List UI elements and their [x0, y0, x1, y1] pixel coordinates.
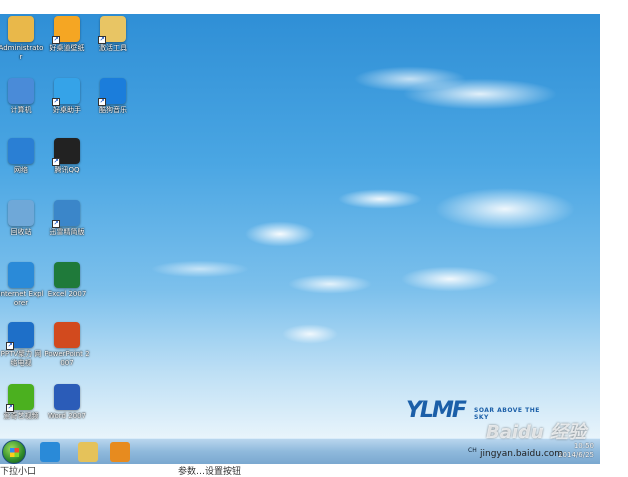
wallpaper-icon: ↗ — [52, 16, 80, 44]
taskbar-media-player-button[interactable] — [110, 442, 130, 462]
clock[interactable]: 10:50 2014/6/25 — [558, 442, 594, 460]
shortcut-arrow-icon: ↗ — [6, 342, 14, 350]
shortcut-arrow-icon: ↗ — [52, 220, 60, 228]
desktop-icon-label: PPTV聚力 网络电视 — [0, 350, 42, 367]
desktop-icon-qq[interactable]: ↗ 腾讯QQ — [44, 138, 90, 175]
desktop-icon-label: 好桌助手 — [53, 106, 81, 114]
qq-icon: ↗ — [52, 138, 80, 166]
desktop-icon-label: Administrator — [0, 44, 44, 61]
assistant-icon: ↗ — [52, 78, 80, 106]
desktop-icon-excel[interactable]: Excel 2007 — [44, 262, 90, 299]
desktop-icon-powerpoint[interactable]: PowerPoint 2007 — [44, 322, 90, 368]
desktop-icon-label: 酷狗音乐 — [99, 106, 127, 114]
baidu-watermark: Baidu 经验 — [486, 422, 587, 443]
desktop-icon-folder-user[interactable]: Administrator — [0, 16, 44, 62]
taskbar-ie-button[interactable] — [40, 442, 60, 462]
folder-user-icon — [8, 16, 34, 42]
desktop-icon-label: 回收站 — [10, 228, 32, 236]
baidu-watermark-url: jingyan.baidu.com — [480, 449, 564, 459]
desktop-icon-label: PowerPoint 2007 — [44, 350, 90, 367]
thunder-icon: ↗ — [52, 200, 80, 228]
desktop-icon-ie[interactable]: Internet Explorer — [0, 262, 44, 308]
shortcut-arrow-icon: ↗ — [52, 158, 60, 166]
desktop-icon-wallpaper[interactable]: ↗ 好桌道壁纸 — [44, 16, 90, 53]
desktop-icon-label: Excel 2007 — [47, 290, 87, 298]
desktop-icon-computer[interactable]: 计算机 — [0, 78, 44, 115]
recycle-bin-icon — [8, 200, 34, 226]
kugou-icon: ↗ — [98, 78, 126, 106]
desktop-icon-folder[interactable]: ↗ 激活工具 — [90, 16, 136, 53]
shortcut-arrow-icon: ↗ — [6, 404, 14, 412]
desktop-icon-network[interactable]: 网络 — [0, 138, 44, 175]
taskbar-explorer-button[interactable] — [78, 442, 98, 462]
start-button[interactable] — [2, 440, 26, 464]
shortcut-arrow-icon: ↗ — [98, 98, 106, 106]
pptv-icon: ↗ — [6, 322, 34, 350]
clock-date: 2014/6/25 — [558, 451, 594, 459]
desktop-icon-pptv[interactable]: ↗ PPTV聚力 网络电视 — [0, 322, 44, 368]
desktop-icon-label: 激活工具 — [99, 44, 127, 52]
shortcut-arrow-icon: ↗ — [98, 36, 106, 44]
desktop-icon-assistant[interactable]: ↗ 好桌助手 — [44, 78, 90, 115]
network-icon — [8, 138, 34, 164]
desktop-icon-label: 好桌道壁纸 — [49, 44, 85, 52]
folder-icon: ↗ — [98, 16, 126, 44]
shortcut-arrow-icon: ↗ — [52, 98, 60, 106]
desktop-icon-label: Internet Explorer — [0, 290, 44, 307]
desktop-icon-label: 网络 — [14, 166, 28, 174]
desktop-icon-recycle-bin[interactable]: 回收站 — [0, 200, 44, 237]
word-icon — [54, 384, 80, 410]
desktop-icon-label: 腾讯QQ — [54, 166, 80, 174]
desktop-icon-label: 爱奇艺视频 — [3, 412, 39, 420]
desktop-icon-iqiyi[interactable]: ↗ 爱奇艺视频 — [0, 384, 44, 421]
iqiyi-icon: ↗ — [6, 384, 34, 412]
desktop-icon-thunder[interactable]: ↗ 迅雷精简版 — [44, 200, 90, 237]
desktop-icon-label: 迅雷精简版 — [49, 228, 85, 236]
shortcut-arrow-icon: ↗ — [52, 36, 60, 44]
input-language-indicator[interactable]: CH — [468, 447, 477, 454]
desktop-icon-label: 计算机 — [10, 106, 32, 114]
screen: Administrator ↗ 好桌道壁纸 ↗ 激活工具 计算机 ↗ 好桌助手 ↗ 酷狗音乐 网络 ↗… — [0, 14, 600, 464]
ie-icon — [8, 262, 34, 288]
desktop[interactable]: Administrator ↗ 好桌道壁纸 ↗ 激活工具 计算机 ↗ 好桌助手 ↗ 酷狗音乐 网络 ↗… — [0, 14, 600, 438]
desktop-icon-word[interactable]: Word 2007 — [44, 384, 90, 421]
caption-mid: 参数…设置按钮 — [178, 467, 242, 477]
powerpoint-icon — [54, 322, 80, 348]
computer-icon — [8, 78, 34, 104]
caption-left: 下拉小口 — [0, 467, 37, 477]
excel-icon — [54, 262, 80, 288]
logo-mark: YLMF — [406, 398, 467, 423]
desktop-icon-label: Word 2007 — [47, 412, 87, 420]
desktop-icon-kugou[interactable]: ↗ 酷狗音乐 — [90, 78, 136, 115]
